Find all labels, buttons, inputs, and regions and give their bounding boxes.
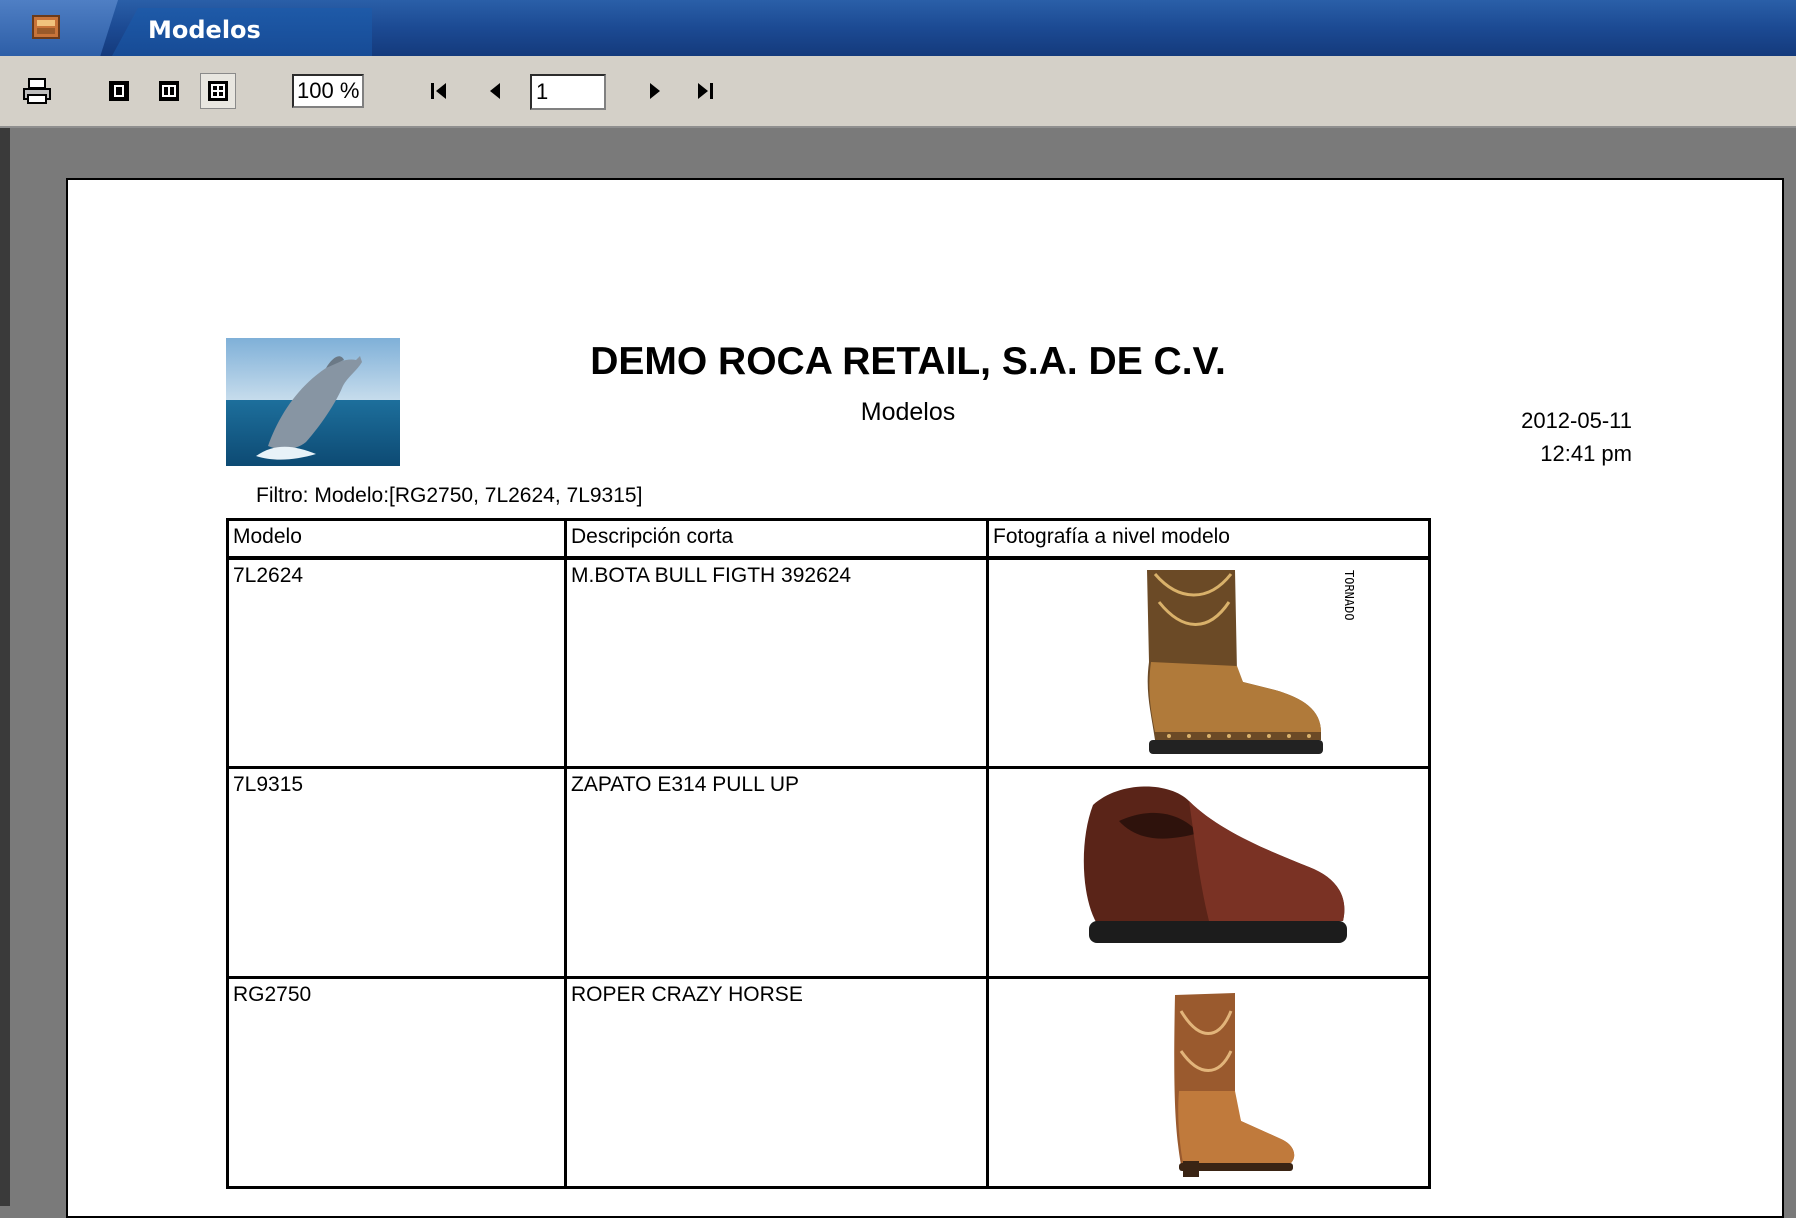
table-row: 7L9315 ZAPATO E314 PULL UP (226, 766, 1431, 979)
page-number-field[interactable]: 1 (530, 74, 606, 110)
first-page-icon (431, 83, 446, 99)
work-boot-photo: TORNADO (1146, 569, 1356, 754)
cell-descripcion: M.BOTA BULL FIGTH 392624 (564, 556, 989, 769)
report-toolbar: 100 % 1 (0, 56, 1796, 128)
report-subtitle: Modelos (860, 398, 956, 426)
report-date: 2012-05-11 (1521, 408, 1632, 433)
report-table: Modelo Descripción corta Fotografía a ni… (226, 518, 1431, 1189)
table-row: 7L2624 M.BOTA BULL FIGTH 392624 TORNADO (226, 556, 1431, 769)
single-page-button[interactable] (104, 76, 134, 106)
table-header-row: Modelo Descripción corta Fotografía a ni… (226, 518, 1431, 560)
column-header-descripcion: Descripción corta (564, 518, 989, 560)
first-page-button[interactable] (424, 76, 454, 106)
viewer-left-edge (0, 128, 10, 1206)
multi-page-icon (208, 81, 228, 101)
multi-page-button[interactable] (200, 73, 236, 109)
report-time: 12:41 pm (1540, 441, 1632, 466)
two-page-icon (159, 81, 179, 101)
previous-page-button[interactable] (480, 76, 510, 106)
slip-on-shoe-photo (1083, 786, 1347, 943)
cell-photo (986, 766, 1431, 979)
last-page-button[interactable] (690, 76, 720, 106)
report-page: DEMO ROCA RETAIL, S.A. DE C.V. Modelos 2… (66, 178, 1784, 1218)
report-datetime: 2012-05-11 12:41 pm (1521, 404, 1632, 470)
company-logo-dolphin (226, 338, 400, 466)
company-name: DEMO ROCA RETAIL, S.A. DE C.V. (590, 340, 1226, 383)
column-header-fotografia: Fotografía a nivel modelo (986, 518, 1431, 560)
roper-boot-photo (1173, 993, 1294, 1177)
cell-photo (986, 976, 1431, 1189)
title-bar: Modelos (0, 0, 1796, 56)
cell-modelo: RG2750 (226, 976, 567, 1189)
brand-text-tornado: TORNADO (1342, 570, 1356, 621)
window-title: Modelos (148, 16, 261, 44)
last-page-icon (698, 83, 713, 99)
app-icon-area (0, 0, 118, 56)
table-row: RG2750 ROPER CRAZY HORSE (226, 976, 1431, 1189)
print-button[interactable] (20, 76, 54, 106)
two-page-button[interactable] (154, 76, 184, 106)
filter-text: Filtro: Modelo:[RG2750, 7L2624, 7L9315] (256, 484, 643, 507)
cell-modelo: 7L9315 (226, 766, 567, 979)
cell-descripcion: ZAPATO E314 PULL UP (564, 766, 989, 979)
cell-photo: TORNADO (986, 556, 1431, 769)
app-icon[interactable] (30, 12, 64, 42)
report-viewer[interactable]: DEMO ROCA RETAIL, S.A. DE C.V. Modelos 2… (0, 128, 1796, 1218)
next-page-button[interactable] (640, 76, 670, 106)
zoom-field[interactable]: 100 % (292, 74, 364, 108)
cell-modelo: 7L2624 (226, 556, 567, 769)
single-page-icon (109, 81, 129, 101)
previous-page-icon (490, 83, 500, 99)
cell-descripcion: ROPER CRAZY HORSE (564, 976, 989, 1189)
printer-icon (23, 78, 51, 104)
column-header-modelo: Modelo (226, 518, 567, 560)
next-page-icon (650, 83, 660, 99)
